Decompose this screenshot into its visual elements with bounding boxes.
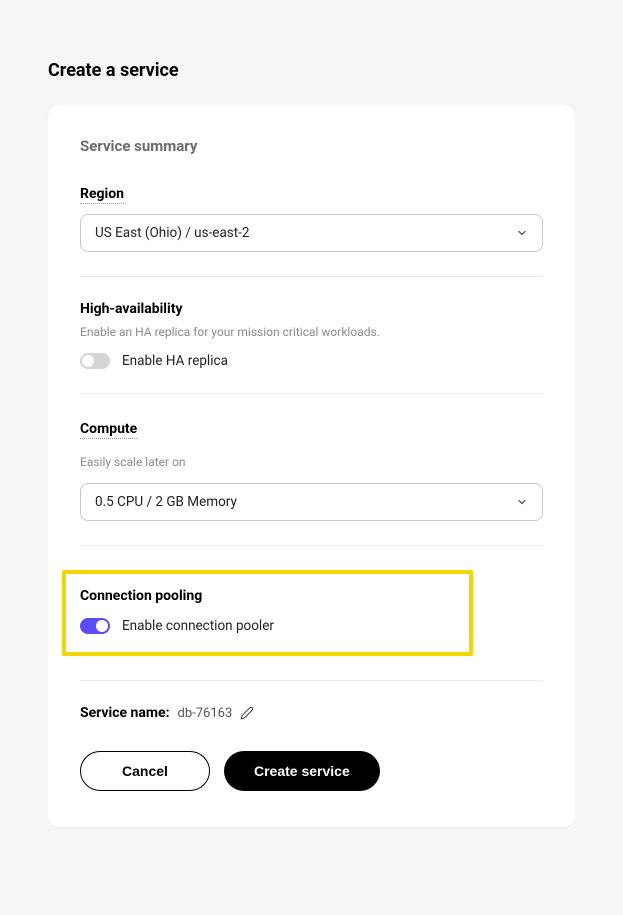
compute-subtext: Easily scale later on	[80, 455, 543, 469]
compute-section: Compute Easily scale later on 0.5 CPU / …	[80, 418, 543, 521]
region-label: Region	[80, 186, 124, 204]
create-service-button[interactable]: Create service	[224, 751, 380, 791]
pencil-icon[interactable]	[240, 706, 254, 720]
chevron-down-icon	[516, 227, 528, 239]
ha-section: High-availability Enable an HA replica f…	[80, 301, 543, 369]
service-name-value: db-76163	[178, 706, 233, 721]
region-section: Region US East (Ohio) / us-east-2	[80, 183, 543, 252]
ha-toggle-label: Enable HA replica	[122, 353, 228, 369]
pooling-label: Connection pooling	[80, 588, 455, 604]
service-summary-card: Service summary Region US East (Ohio) / …	[48, 105, 575, 827]
chevron-down-icon	[516, 496, 528, 508]
summary-title: Service summary	[80, 137, 543, 155]
divider	[80, 545, 543, 546]
divider	[80, 680, 543, 681]
button-row: Cancel Create service	[80, 751, 543, 791]
region-selected-value: US East (Ohio) / us-east-2	[95, 225, 250, 241]
connection-pooling-highlight: Connection pooling Enable connection poo…	[62, 570, 473, 656]
pooling-toggle-label: Enable connection pooler	[122, 618, 274, 634]
page-title: Create a service	[48, 60, 575, 81]
ha-label: High-availability	[80, 301, 543, 317]
ha-subtext: Enable an HA replica for your mission cr…	[80, 325, 543, 339]
divider	[80, 276, 543, 277]
cancel-button[interactable]: Cancel	[80, 751, 210, 791]
pooling-toggle[interactable]	[80, 618, 110, 634]
ha-toggle[interactable]	[80, 353, 110, 369]
service-name-row: Service name: db-76163	[80, 705, 543, 721]
service-name-label: Service name:	[80, 705, 170, 721]
divider	[80, 393, 543, 394]
compute-selected-value: 0.5 CPU / 2 GB Memory	[95, 494, 237, 510]
region-select[interactable]: US East (Ohio) / us-east-2	[80, 214, 543, 252]
compute-label: Compute	[80, 421, 137, 439]
compute-select[interactable]: 0.5 CPU / 2 GB Memory	[80, 483, 543, 521]
